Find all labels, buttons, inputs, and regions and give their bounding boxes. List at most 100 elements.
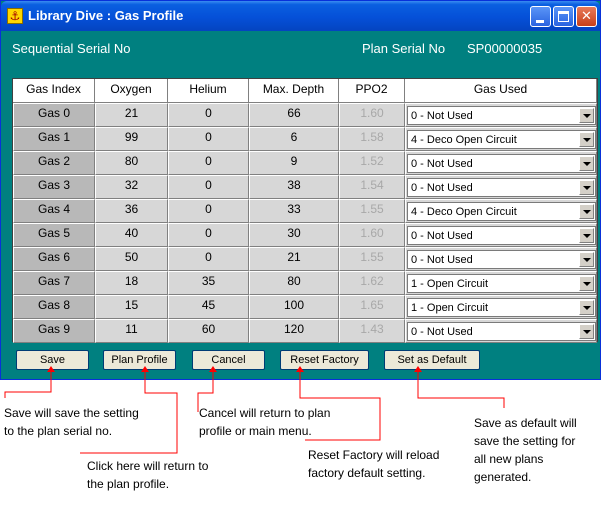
- table-row: Gas 5 40 0 30 1.60 0 - Not Used: [13, 223, 597, 247]
- gas-used-select[interactable]: 0 - Not Used: [407, 322, 596, 341]
- helium-cell[interactable]: 0: [168, 127, 249, 151]
- helium-cell[interactable]: 0: [168, 151, 249, 175]
- gas-used-cell: 0 - Not Used: [405, 151, 597, 175]
- set-default-annotation: Save as default will save the setting fo…: [474, 416, 577, 484]
- plan-profile-button[interactable]: Plan Profile: [103, 350, 176, 370]
- column-header-helium: Helium: [168, 79, 249, 103]
- helium-cell[interactable]: 0: [168, 199, 249, 223]
- gas-index-cell: Gas 8: [13, 295, 95, 319]
- minimize-button[interactable]: [530, 6, 551, 27]
- column-header-ppo2: PPO2: [339, 79, 405, 103]
- set-as-default-button[interactable]: Set as Default: [384, 350, 480, 370]
- max-depth-cell[interactable]: 80: [249, 271, 339, 295]
- gas-used-cell: 0 - Not Used: [405, 175, 597, 199]
- helium-cell[interactable]: 0: [168, 223, 249, 247]
- oxygen-cell[interactable]: 80: [95, 151, 168, 175]
- ppo2-cell: 1.65: [339, 295, 405, 319]
- gas-used-select[interactable]: 0 - Not Used: [407, 106, 596, 125]
- helium-cell[interactable]: 60: [168, 319, 249, 343]
- max-depth-cell[interactable]: 30: [249, 223, 339, 247]
- gas-index-cell: Gas 5: [13, 223, 95, 247]
- dropdown-arrow-icon[interactable]: [579, 228, 594, 243]
- gas-used-select[interactable]: 0 - Not Used: [407, 178, 596, 197]
- plan-serial-value: SP00000035: [467, 41, 543, 56]
- oxygen-cell[interactable]: 99: [95, 127, 168, 151]
- dropdown-arrow-icon[interactable]: [579, 252, 594, 267]
- plan-serial-label: Plan Serial No: [362, 41, 446, 56]
- gas-used-value: 0 - Not Used: [411, 254, 473, 266]
- max-depth-cell[interactable]: 9: [249, 151, 339, 175]
- dropdown-arrow-icon[interactable]: [579, 108, 594, 123]
- ppo2-cell: 1.43: [339, 319, 405, 343]
- dropdown-arrow-icon[interactable]: [579, 300, 594, 315]
- gas-used-value: 4 - Deco Open Circuit: [411, 206, 517, 218]
- gas-used-select[interactable]: 1 - Open Circuit: [407, 298, 596, 317]
- ppo2-cell: 1.60: [339, 103, 405, 127]
- gas-used-value: 0 - Not Used: [411, 110, 473, 122]
- reset-factory-button[interactable]: Reset Factory: [280, 350, 369, 370]
- max-depth-cell[interactable]: 21: [249, 247, 339, 271]
- oxygen-cell[interactable]: 21: [95, 103, 168, 127]
- gas-used-cell: 1 - Open Circuit: [405, 295, 597, 319]
- gas-used-select[interactable]: 1 - Open Circuit: [407, 274, 596, 293]
- helium-cell[interactable]: 0: [168, 103, 249, 127]
- gas-used-select[interactable]: 0 - Not Used: [407, 154, 596, 173]
- window-title: Library Dive : Gas Profile: [28, 8, 184, 23]
- dropdown-arrow-icon[interactable]: [579, 204, 594, 219]
- gas-used-cell: 1 - Open Circuit: [405, 271, 597, 295]
- dropdown-arrow-icon[interactable]: [579, 156, 594, 171]
- ppo2-cell: 1.54: [339, 175, 405, 199]
- table-row: Gas 1 99 0 6 1.58 4 - Deco Open Circuit: [13, 127, 597, 151]
- helium-cell[interactable]: 45: [168, 295, 249, 319]
- gas-index-cell: Gas 1: [13, 127, 95, 151]
- gas-used-cell: 0 - Not Used: [405, 103, 597, 127]
- oxygen-cell[interactable]: 50: [95, 247, 168, 271]
- helium-cell[interactable]: 0: [168, 247, 249, 271]
- gas-used-cell: 4 - Deco Open Circuit: [405, 199, 597, 223]
- oxygen-cell[interactable]: 11: [95, 319, 168, 343]
- gas-used-value: 1 - Open Circuit: [411, 302, 489, 314]
- cancel-button[interactable]: Cancel: [192, 350, 265, 370]
- oxygen-cell[interactable]: 32: [95, 175, 168, 199]
- minimize-icon: [536, 20, 544, 23]
- gas-used-select[interactable]: 4 - Deco Open Circuit: [407, 202, 596, 221]
- dropdown-arrow-icon[interactable]: [579, 132, 594, 147]
- oxygen-cell[interactable]: 18: [95, 271, 168, 295]
- helium-cell[interactable]: 35: [168, 271, 249, 295]
- save-button[interactable]: Save: [16, 350, 89, 370]
- dive-app-icon: ⚓: [7, 8, 23, 24]
- gas-used-cell: 0 - Not Used: [405, 247, 597, 271]
- oxygen-cell[interactable]: 40: [95, 223, 168, 247]
- sequential-serial-label: Sequential Serial No: [12, 41, 131, 56]
- gas-index-cell: Gas 2: [13, 151, 95, 175]
- title-bar[interactable]: ⚓ Library Dive : Gas Profile ✕: [1, 1, 600, 31]
- gas-used-value: 4 - Deco Open Circuit: [411, 134, 517, 146]
- helium-cell[interactable]: 0: [168, 175, 249, 199]
- gas-index-cell: Gas 4: [13, 199, 95, 223]
- close-button[interactable]: ✕: [576, 6, 597, 27]
- max-depth-cell[interactable]: 120: [249, 319, 339, 343]
- gas-used-select[interactable]: 4 - Deco Open Circuit: [407, 130, 596, 149]
- dropdown-arrow-icon[interactable]: [579, 324, 594, 339]
- dropdown-arrow-icon[interactable]: [579, 276, 594, 291]
- plan-profile-annotation: Click here will return to the plan profi…: [87, 459, 209, 491]
- gas-used-select[interactable]: 0 - Not Used: [407, 250, 596, 269]
- gas-used-value: 0 - Not Used: [411, 230, 473, 242]
- client-area: Sequential Serial No Plan Serial No SP00…: [1, 31, 600, 379]
- oxygen-cell[interactable]: 36: [95, 199, 168, 223]
- max-depth-cell[interactable]: 66: [249, 103, 339, 127]
- gas-index-cell: Gas 0: [13, 103, 95, 127]
- max-depth-cell[interactable]: 6: [249, 127, 339, 151]
- dropdown-arrow-icon[interactable]: [579, 180, 594, 195]
- maximize-button[interactable]: [553, 6, 574, 27]
- table-row: Gas 9 11 60 120 1.43 0 - Not Used: [13, 319, 597, 343]
- max-depth-cell[interactable]: 100: [249, 295, 339, 319]
- gas-used-select[interactable]: 0 - Not Used: [407, 226, 596, 245]
- gas-used-value: 0 - Not Used: [411, 158, 473, 170]
- oxygen-cell[interactable]: 15: [95, 295, 168, 319]
- gas-used-cell: 0 - Not Used: [405, 319, 597, 343]
- column-header-oxygen: Oxygen: [95, 79, 168, 103]
- table-row: Gas 3 32 0 38 1.54 0 - Not Used: [13, 175, 597, 199]
- max-depth-cell[interactable]: 38: [249, 175, 339, 199]
- max-depth-cell[interactable]: 33: [249, 199, 339, 223]
